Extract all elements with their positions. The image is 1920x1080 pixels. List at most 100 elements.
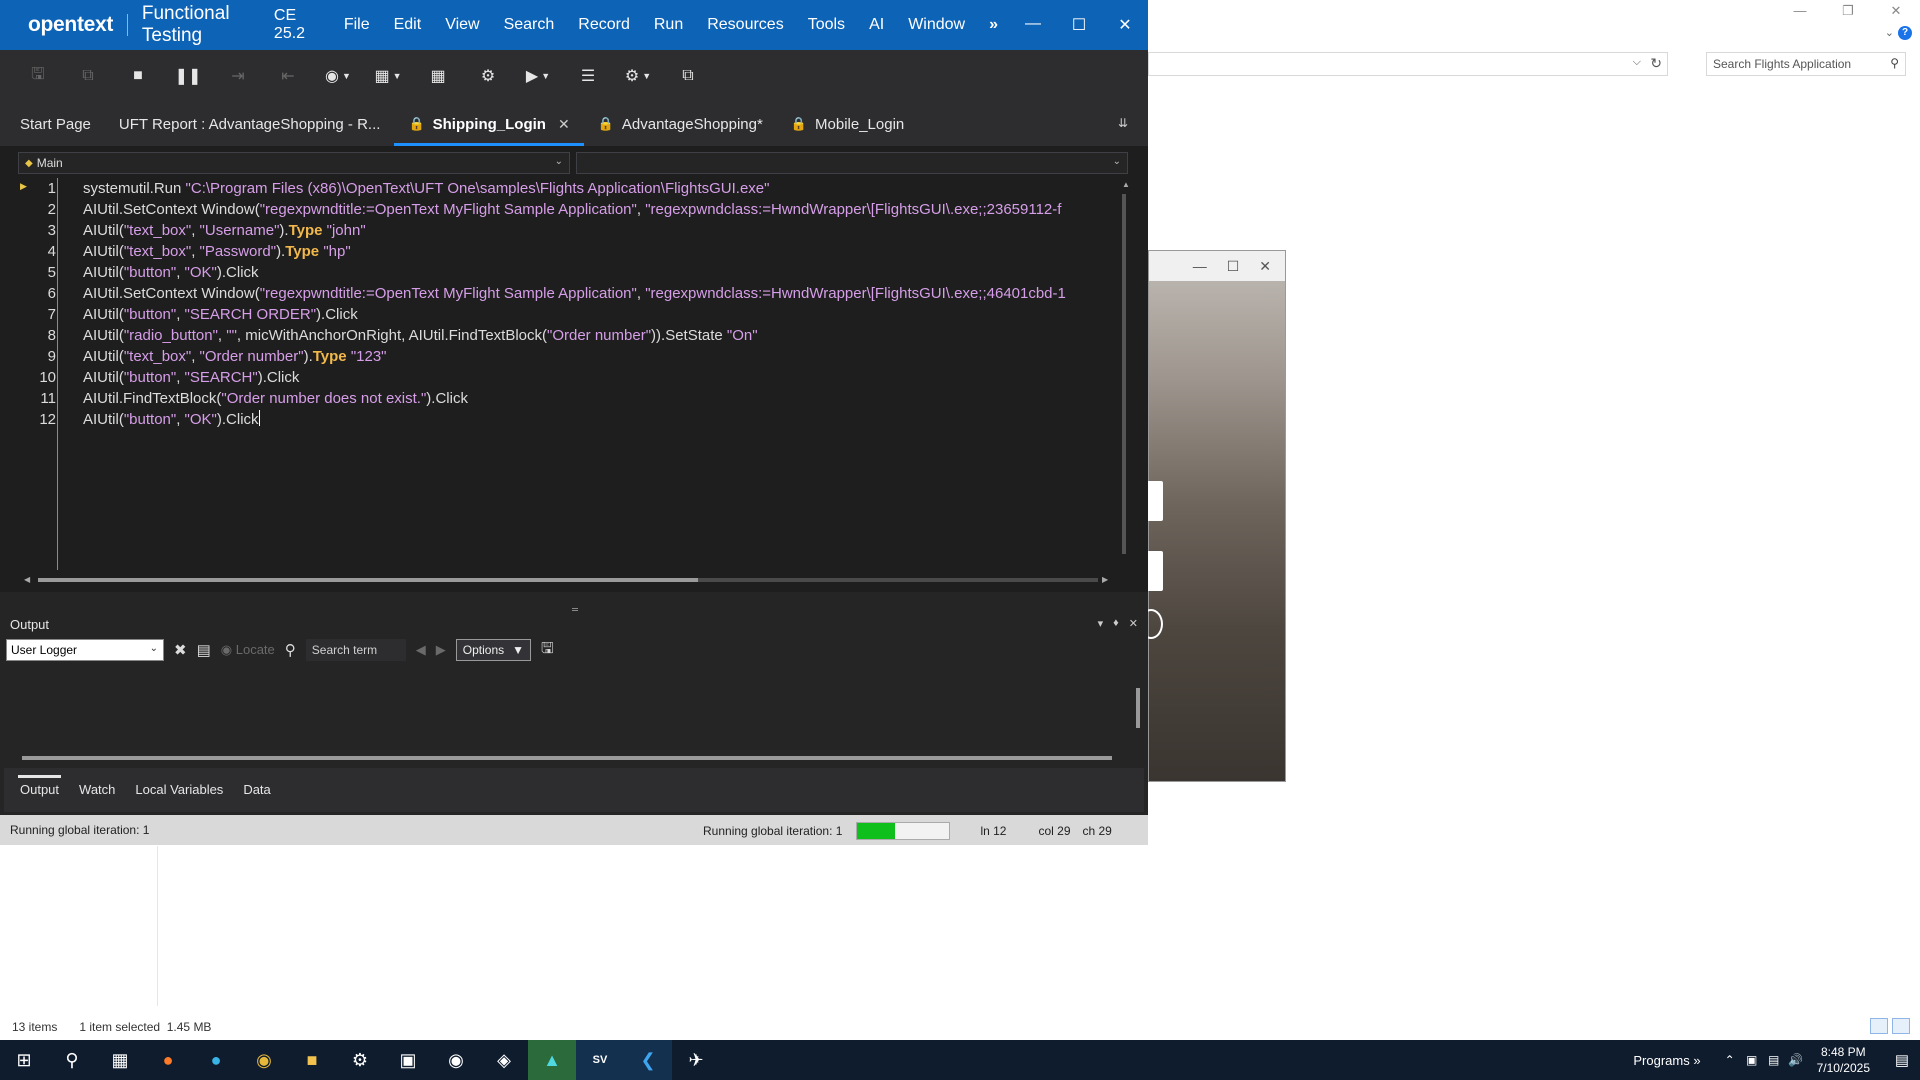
next-result-icon[interactable]: ▶: [436, 642, 446, 658]
record-app-icon[interactable]: ◉: [432, 1040, 480, 1080]
clock[interactable]: 8:48 PM 7/10/2025: [1817, 1044, 1870, 1076]
save-log-icon[interactable]: 🖫: [541, 638, 554, 663]
scroll-left-icon[interactable]: ◀: [24, 575, 30, 584]
terminal-icon[interactable]: ▣: [384, 1040, 432, 1080]
menu-resources[interactable]: Resources: [695, 0, 795, 50]
paint-app-icon[interactable]: ◈: [480, 1040, 528, 1080]
network-icon[interactable]: ▤: [1763, 1053, 1785, 1067]
tabs-overflow-icon[interactable]: ⇊: [1118, 116, 1128, 130]
settings-icon[interactable]: ⚙ ▼: [618, 61, 658, 91]
output-horizontal-scrollbar[interactable]: [22, 756, 1112, 760]
bg-restore-icon[interactable]: ❐: [1824, 0, 1872, 24]
scroll-right-icon[interactable]: ▶: [1102, 575, 1108, 584]
menu-ai[interactable]: AI: [857, 0, 896, 50]
tray-expand-icon[interactable]: ⌃: [1719, 1053, 1741, 1067]
tab-local-variables[interactable]: Local Variables: [127, 775, 231, 805]
step-into-icon[interactable]: ⇥: [218, 61, 258, 91]
notifications-icon[interactable]: ▤: [1884, 1051, 1920, 1069]
code-line[interactable]: AIUtil("button", "OK").Click: [83, 409, 260, 430]
splitter-grip[interactable]: [572, 608, 578, 611]
menu-run[interactable]: Run: [642, 0, 695, 50]
run-icon[interactable]: ▶ ▼: [518, 61, 558, 91]
volume-icon[interactable]: 🔊: [1785, 1053, 1807, 1067]
menu-view[interactable]: View: [433, 0, 491, 50]
breakpoint-icon[interactable]: ◉ ▼: [318, 61, 358, 91]
code-line[interactable]: AIUtil("button", "OK").Click: [83, 262, 259, 283]
clear-icon[interactable]: ✖: [174, 641, 187, 659]
address-dropdown-icon[interactable]: ⌵: [1633, 56, 1641, 69]
maximize-icon[interactable]: ☐: [1056, 15, 1102, 35]
tab-shipping-login[interactable]: 🔒 Shipping_Login ✕: [394, 102, 584, 146]
list-icon[interactable]: ☰: [568, 61, 608, 91]
programs-toolbar[interactable]: Programs »: [1633, 1053, 1700, 1068]
save-all-icon[interactable]: ⧉: [68, 61, 108, 91]
uft-app-icon[interactable]: ▲: [528, 1040, 576, 1080]
archive-icon[interactable]: ▦: [418, 61, 458, 91]
pause-icon[interactable]: ❚❚: [168, 61, 208, 91]
tab-advantage-shopping[interactable]: 🔒 AdvantageShopping*: [584, 102, 777, 146]
task-view-icon[interactable]: ▦: [96, 1040, 144, 1080]
ai-inspect-icon[interactable]: ⚙: [468, 61, 508, 91]
code-line[interactable]: AIUtil("text_box", "Password").Type "hp": [83, 241, 351, 262]
address-bar[interactable]: ⌵ ↻: [1148, 52, 1668, 76]
tiles-view-icon[interactable]: [1892, 1018, 1910, 1034]
bg-minimize-icon[interactable]: —: [1776, 0, 1824, 24]
function-selector[interactable]: ⌄: [576, 152, 1128, 174]
menu-edit[interactable]: Edit: [382, 0, 434, 50]
code-line[interactable]: AIUtil("text_box", "Username").Type "joh…: [83, 220, 366, 241]
bg-close-icon[interactable]: ✕: [1872, 0, 1920, 24]
vertical-scrollbar[interactable]: [1122, 194, 1126, 554]
menu-overflow-icon[interactable]: »: [977, 0, 1010, 50]
tray-security-icon[interactable]: ▣: [1741, 1053, 1763, 1067]
output-search-input[interactable]: Search term: [305, 639, 406, 661]
save-icon[interactable]: 🖫: [18, 61, 58, 91]
sv-app-icon[interactable]: SV: [576, 1040, 624, 1080]
code-line[interactable]: AIUtil("radio_button", "", micWithAnchor…: [83, 325, 758, 346]
settings-icon[interactable]: ⚙: [336, 1040, 384, 1080]
tab-uft-report[interactable]: UFT Report : AdvantageShopping - R...: [105, 102, 395, 146]
menu-tools[interactable]: Tools: [796, 0, 857, 50]
step-out-icon[interactable]: ⇤: [268, 61, 308, 91]
code-line[interactable]: AIUtil.SetContext Window("regexpwndtitle…: [83, 283, 1066, 304]
refresh-icon[interactable]: ↻: [1650, 55, 1662, 72]
scroll-thumb[interactable]: [38, 578, 698, 582]
tab-data[interactable]: Data: [235, 775, 278, 805]
chevron-down-icon[interactable]: ⌄: [1885, 26, 1894, 39]
logger-select[interactable]: User Logger ⌄: [6, 639, 164, 661]
tab-output[interactable]: Output: [12, 775, 67, 805]
tab-close-icon[interactable]: ✕: [558, 116, 570, 133]
explorer-search-input[interactable]: Search Flights Application ⚲: [1706, 52, 1906, 76]
minimize-icon[interactable]: —: [1010, 15, 1056, 35]
close-icon[interactable]: ✕: [1102, 15, 1148, 35]
options-button[interactable]: Options ▼: [455, 639, 532, 661]
file-explorer-icon[interactable]: ■: [288, 1040, 336, 1080]
flights-minimize-icon[interactable]: —: [1193, 258, 1207, 274]
edge-icon[interactable]: ●: [192, 1040, 240, 1080]
output-vertical-scrollbar[interactable]: [1136, 688, 1140, 728]
menu-record[interactable]: Record: [566, 0, 642, 50]
menu-search[interactable]: Search: [492, 0, 567, 50]
code-line[interactable]: systemutil.Run "C:\Program Files (x86)\O…: [83, 178, 769, 199]
code-area[interactable]: ▶ 1 2 3 4 5 6 7 8 9 10 11 12 systemutil.…: [18, 178, 1120, 570]
text-recognition-icon[interactable]: ▦ ▼: [368, 61, 408, 91]
action-selector[interactable]: ◆ Main ⌄: [18, 152, 570, 174]
flights-app-icon[interactable]: ✈: [672, 1040, 720, 1080]
panel-menu-icon[interactable]: ▾: [1098, 617, 1104, 630]
chrome-icon[interactable]: ◉: [240, 1040, 288, 1080]
flights-maximize-icon[interactable]: ☐: [1227, 258, 1240, 275]
horizontal-scrollbar[interactable]: [38, 578, 1098, 582]
firefox-icon[interactable]: ●: [144, 1040, 192, 1080]
locate-button[interactable]: ◉ Locate: [221, 642, 275, 658]
flights-close-icon[interactable]: ✕: [1259, 258, 1271, 275]
code-line[interactable]: AIUtil("button", "SEARCH ORDER").Click: [83, 304, 358, 325]
pin-icon[interactable]: ♦: [1113, 617, 1119, 630]
code-line[interactable]: AIUtil.SetContext Window("regexpwndtitle…: [83, 199, 1061, 220]
previous-result-icon[interactable]: ◀: [416, 642, 426, 658]
tab-watch[interactable]: Watch: [71, 775, 123, 805]
vscode-icon[interactable]: ❮: [624, 1040, 672, 1080]
window-icon[interactable]: ⧉: [668, 61, 708, 91]
windows-start-icon[interactable]: ⊞: [0, 1040, 48, 1080]
tab-start-page[interactable]: Start Page: [6, 102, 105, 146]
copy-icon[interactable]: ▤: [197, 641, 211, 659]
code-line[interactable]: AIUtil("text_box", "Order number").Type …: [83, 346, 387, 367]
